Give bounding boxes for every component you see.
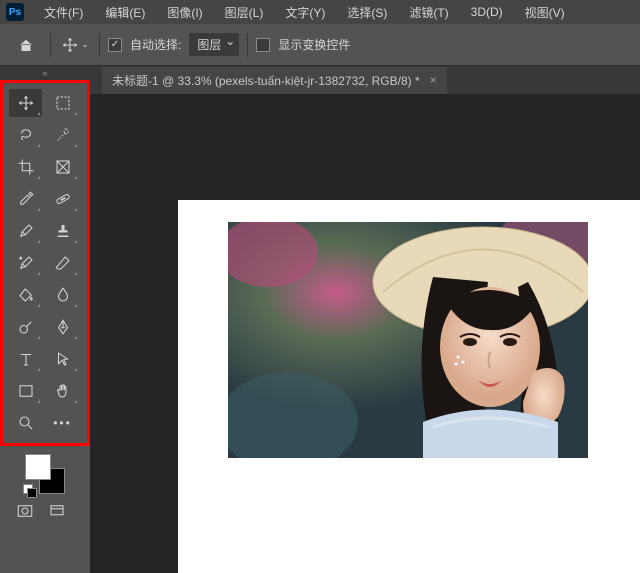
check-icon: ✓: [111, 39, 119, 50]
rectangle-icon: [17, 382, 35, 400]
blur-tool[interactable]: [46, 281, 79, 309]
marquee-tool[interactable]: [46, 89, 79, 117]
document-tab-strip: 未标题-1 @ 33.3% (pexels-tuấn-kiệt-jr-13827…: [90, 66, 640, 94]
app-logo: Ps: [6, 3, 24, 21]
edit-toolbar-button[interactable]: •••: [46, 409, 79, 437]
home-icon: [17, 36, 35, 54]
crop-tool[interactable]: [9, 153, 42, 181]
healing-brush-tool[interactable]: [46, 185, 79, 213]
bandage-icon: [54, 190, 72, 208]
pen-icon: [54, 318, 72, 336]
menu-bar: Ps 文件(F) 编辑(E) 图像(I) 图层(L) 文字(Y) 选择(S) 滤…: [0, 0, 640, 24]
document-tab-title: 未标题-1 @ 33.3% (pexels-tuấn-kiệt-jr-13827…: [112, 72, 420, 89]
close-tab-button[interactable]: ×: [430, 73, 437, 87]
magnifier-icon: [17, 414, 35, 432]
brush-tool[interactable]: [9, 217, 42, 245]
show-transform-label: 显示变换控件: [278, 36, 350, 53]
stamp-icon: [54, 222, 72, 240]
document-area: 未标题-1 @ 33.3% (pexels-tuấn-kiệt-jr-13827…: [90, 66, 640, 573]
menu-edit[interactable]: 编辑(E): [95, 1, 155, 24]
quick-mask-icon: [16, 502, 34, 520]
menu-layer[interactable]: 图层(L): [215, 1, 274, 24]
auto-select-label: 自动选择:: [130, 36, 181, 53]
color-swatch-area: [0, 446, 90, 502]
screen-mode-row: [0, 502, 90, 528]
tools-panel: «: [0, 66, 90, 573]
brush-icon: [17, 222, 35, 240]
menu-view[interactable]: 视图(V): [515, 1, 575, 24]
menu-select[interactable]: 选择(S): [337, 1, 397, 24]
eyedropper-tool[interactable]: [9, 185, 42, 213]
type-tool[interactable]: [9, 345, 42, 373]
clone-stamp-tool[interactable]: [46, 217, 79, 245]
lasso-tool[interactable]: [9, 121, 42, 149]
eyedropper-icon: [17, 190, 35, 208]
auto-select-target-dropdown[interactable]: 图层: [189, 33, 239, 56]
more-icon: •••: [53, 416, 72, 430]
hand-tool[interactable]: [46, 377, 79, 405]
history-brush-tool[interactable]: [9, 249, 42, 277]
workspace: «: [0, 66, 640, 573]
foreground-color-swatch[interactable]: [25, 454, 51, 480]
photo-placeholder-icon: [228, 222, 588, 458]
toolbox-highlight: •••: [0, 80, 90, 446]
marquee-icon: [54, 94, 72, 112]
separator: [99, 33, 100, 57]
menu-type[interactable]: 文字(Y): [275, 1, 335, 24]
menu-file[interactable]: 文件(F): [34, 1, 93, 24]
lasso-icon: [17, 126, 35, 144]
quick-mask-button[interactable]: [14, 502, 36, 520]
tool-preset-button[interactable]: ⌄: [59, 31, 91, 59]
chevron-down-icon: ⌄: [81, 39, 89, 50]
document-tab[interactable]: 未标题-1 @ 33.3% (pexels-tuấn-kiệt-jr-13827…: [102, 67, 447, 94]
crop-icon: [17, 158, 35, 176]
canvas-viewport[interactable]: [90, 94, 640, 573]
pen-tool[interactable]: [46, 313, 79, 341]
menu-image[interactable]: 图像(I): [157, 1, 212, 24]
magic-wand-icon: [54, 126, 72, 144]
history-brush-icon: [17, 254, 35, 272]
screen-mode-icon: [48, 502, 66, 520]
home-button[interactable]: [10, 31, 42, 59]
toolbox: •••: [5, 85, 85, 441]
canvas-artboard[interactable]: [178, 200, 640, 573]
type-icon: [17, 350, 35, 368]
collapse-toolbar-button[interactable]: «: [0, 66, 90, 80]
auto-select-checkbox[interactable]: ✓: [108, 38, 122, 52]
dodge-icon: [17, 318, 35, 336]
path-select-tool[interactable]: [46, 345, 79, 373]
frame-tool[interactable]: [46, 153, 79, 181]
arrow-cursor-icon: [54, 350, 72, 368]
placed-image[interactable]: [228, 222, 588, 458]
options-bar: ⌄ ✓ 自动选择: 图层 显示变换控件: [0, 24, 640, 66]
foreground-background-swatches[interactable]: [25, 454, 65, 494]
menu-filter[interactable]: 滤镜(T): [399, 1, 458, 24]
dodge-tool[interactable]: [9, 313, 42, 341]
eraser-tool[interactable]: [46, 249, 79, 277]
menu-3d[interactable]: 3D(D): [461, 2, 513, 22]
gradient-tool[interactable]: [9, 281, 42, 309]
move-icon: [17, 94, 35, 112]
move-icon: [61, 36, 79, 54]
separator: [247, 33, 248, 57]
default-colors-button[interactable]: [23, 484, 35, 496]
separator: [50, 33, 51, 57]
screen-mode-button[interactable]: [46, 502, 68, 520]
shape-tool[interactable]: [9, 377, 42, 405]
hand-icon: [54, 382, 72, 400]
show-transform-checkbox[interactable]: [256, 38, 270, 52]
quick-select-tool[interactable]: [46, 121, 79, 149]
frame-icon: [54, 158, 72, 176]
blur-icon: [54, 286, 72, 304]
move-tool[interactable]: [9, 89, 42, 117]
eraser-icon: [54, 254, 72, 272]
zoom-tool[interactable]: [9, 409, 42, 437]
paint-bucket-icon: [17, 286, 35, 304]
